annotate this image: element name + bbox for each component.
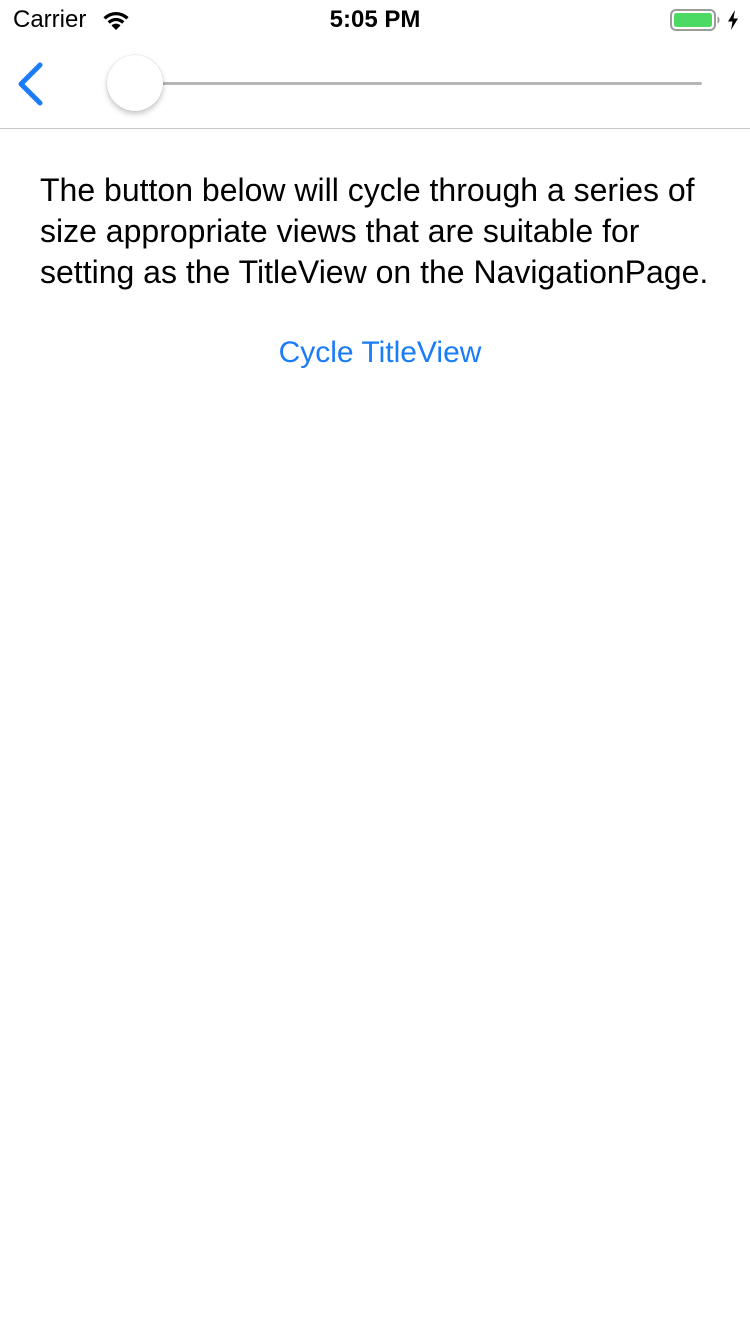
navigation-bar: [0, 40, 750, 129]
cycle-titleview-button[interactable]: Cycle TitleView: [279, 335, 482, 371]
battery-icon: [670, 9, 720, 31]
content-area: The button below will cycle through a se…: [40, 170, 720, 371]
title-view-slider[interactable]: [107, 55, 702, 111]
lightning-icon: [728, 10, 738, 30]
chevron-left-icon: [18, 62, 43, 106]
slider-thumb[interactable]: [107, 55, 163, 111]
description-text: The button below will cycle through a se…: [40, 172, 709, 290]
status-time: 5:05 PM: [329, 6, 421, 33]
slider-track[interactable]: [135, 82, 702, 85]
status-bar: Carrier 5:05 PM: [0, 0, 750, 40]
back-button[interactable]: [10, 58, 54, 110]
